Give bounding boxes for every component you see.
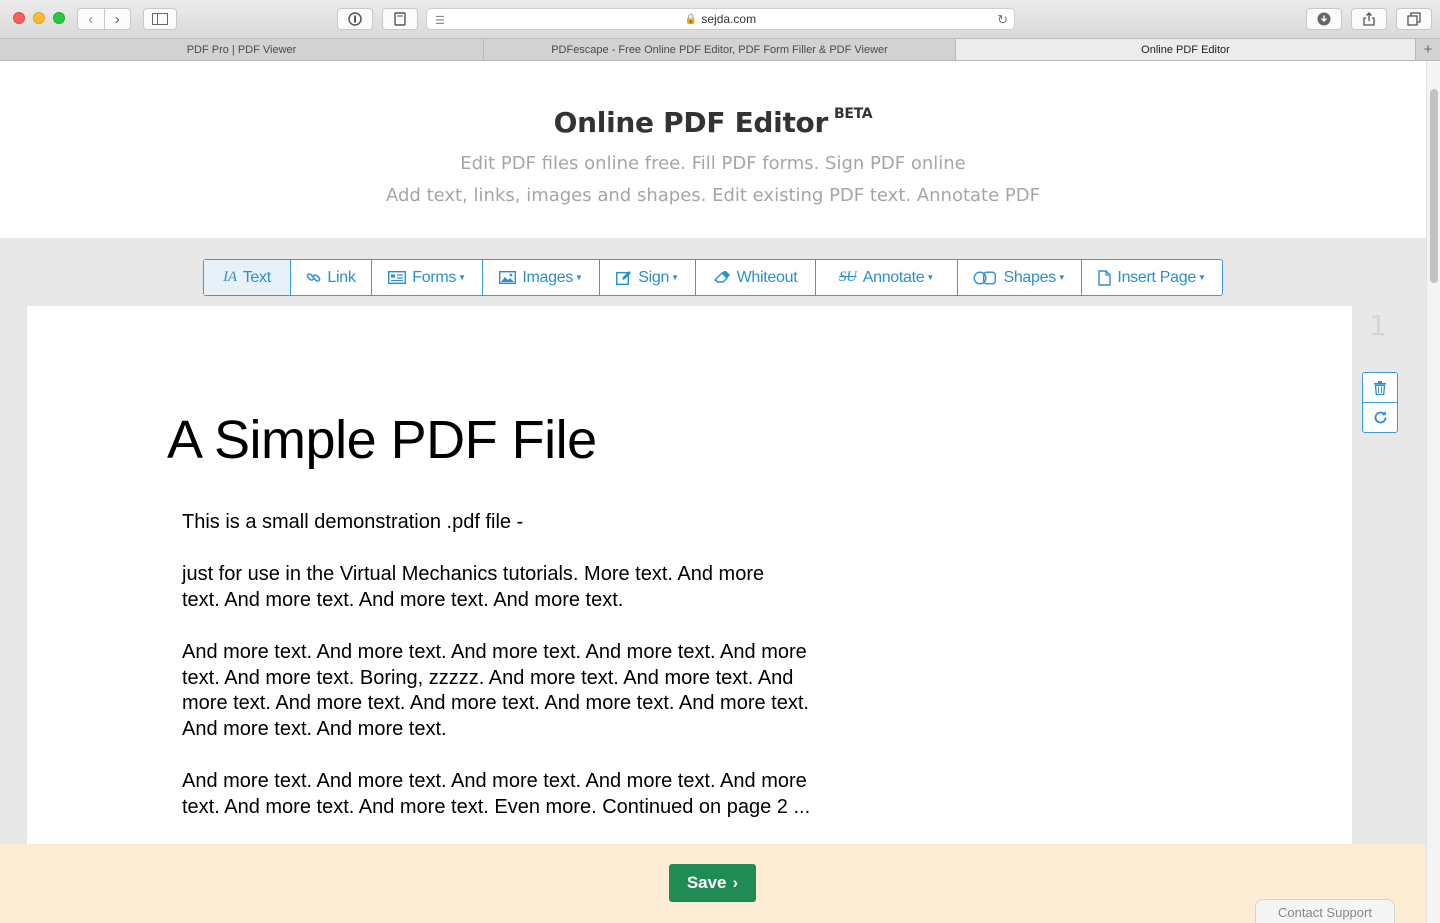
save-label: Save <box>686 873 727 892</box>
sign-tool-button[interactable]: Sign ▼ <box>600 260 696 295</box>
pen-icon <box>616 271 632 285</box>
link-tool-label: Link <box>327 268 356 286</box>
reader-icon[interactable]: ☰ <box>435 14 445 27</box>
caret-down-icon: ▼ <box>458 273 466 282</box>
share-button[interactable] <box>1351 8 1387 30</box>
title-text: Online PDF Editor <box>553 106 829 139</box>
close-window-button[interactable] <box>13 12 25 24</box>
text-tool-button[interactable]: IA Text <box>204 260 291 295</box>
tab-pdf-pro[interactable]: PDF Pro | PDF Viewer <box>0 39 484 60</box>
caret-down-icon: ▼ <box>1197 273 1206 282</box>
pdf-title-text[interactable]: A Simple PDF File <box>167 409 597 471</box>
tab-title: PDFescape - Free Online PDF Editor, PDF … <box>551 43 888 56</box>
pdf-text-line[interactable]: And more text. And more text. And more t… <box>182 770 807 793</box>
annotate-tool-button[interactable]: SU Annotate ▼ <box>816 260 958 295</box>
beta-badge: BETA <box>834 106 873 122</box>
downloads-button[interactable] <box>1306 8 1342 30</box>
window-titlebar: ‹ › ☰ 🔒 sejda.com ↻ <box>0 0 1440 38</box>
whiteout-tool-button[interactable]: Whiteout <box>696 260 816 295</box>
caret-down-icon: ▼ <box>1057 273 1066 282</box>
tab-title: Online PDF Editor <box>1141 43 1230 56</box>
link-icon <box>307 273 321 282</box>
whiteout-tool-label: Whiteout <box>736 268 798 286</box>
pdf-text-line[interactable]: just for use in the Virtual Mechanics tu… <box>182 563 764 586</box>
share-icon <box>1363 12 1375 26</box>
save-button[interactable]: Save › <box>669 864 756 902</box>
eraser-icon <box>713 271 730 283</box>
form-icon <box>388 271 407 284</box>
caret-down-icon: ▼ <box>575 273 583 282</box>
tab-online-pdf-editor[interactable]: Online PDF Editor <box>956 39 1416 60</box>
tab-bar: PDF Pro | PDF Viewer PDFescape - Free On… <box>0 38 1440 61</box>
delete-page-button[interactable] <box>1362 372 1398 403</box>
download-icon <box>1317 12 1331 26</box>
password-icon <box>348 12 362 26</box>
forms-tool-button[interactable]: Forms ▼ <box>372 260 483 295</box>
scrollbar-thumb[interactable] <box>1430 89 1438 283</box>
rotate-icon <box>1374 411 1386 424</box>
pdf-text-line[interactable]: And more text. And more text. And more t… <box>182 641 807 664</box>
minimize-window-button[interactable] <box>33 12 45 24</box>
annotate-tool-label: Annotate <box>862 268 925 286</box>
trash-icon <box>1374 380 1386 395</box>
url-text: sejda.com <box>701 12 757 26</box>
pdf-text-line[interactable]: This is a small demonstration .pdf file … <box>182 511 523 534</box>
extension-button[interactable] <box>382 8 418 30</box>
images-tool-label: Images <box>522 268 574 286</box>
pdf-text-line[interactable]: And more text. And more text. <box>182 718 447 741</box>
image-icon <box>499 271 517 284</box>
tab-title: PDF Pro | PDF Viewer <box>186 43 297 56</box>
contact-support-button[interactable]: Contact Support <box>1255 899 1395 923</box>
save-bar: Save › Contact Support <box>0 844 1426 923</box>
shapes-tool-button[interactable]: Shapes ▼ <box>958 260 1082 295</box>
back-button[interactable]: ‹ <box>78 9 104 29</box>
pdf-text-line[interactable]: text. And more text. Boring, zzzzz. And … <box>182 667 793 690</box>
lock-icon: 🔒 <box>684 13 698 25</box>
text-tool-label: Text <box>242 268 271 286</box>
caret-down-icon: ▼ <box>671 273 679 282</box>
strikethrough-underline-icon: SU <box>838 269 857 285</box>
page-number: 1 <box>1369 309 1387 342</box>
page-title: Online PDF Editor BETA <box>0 106 1426 139</box>
maximize-window-button[interactable] <box>53 12 65 24</box>
link-tool-button[interactable]: Link <box>291 260 372 295</box>
pdf-text-line[interactable]: text. And more text. And more text. And … <box>182 589 623 612</box>
pdf-text-line[interactable]: text. And more text. And more text. Even… <box>182 796 810 819</box>
vertical-scrollbar[interactable] <box>1426 61 1440 923</box>
chevron-right-icon: › <box>732 873 739 892</box>
editor-toolbar: IA Text Link Forms ▼ Images ▼ Sign ▼ Whiteo… <box>203 259 1223 296</box>
page-header: Online PDF Editor BETA Edit PDF files onl… <box>0 61 1426 238</box>
subtitle-line-1: Edit PDF files online free. Fill PDF for… <box>460 153 966 174</box>
images-tool-button[interactable]: Images ▼ <box>483 260 600 295</box>
sign-tool-label: Sign <box>638 268 670 286</box>
address-bar[interactable]: ☰ 🔒 sejda.com ↻ <box>426 8 1015 30</box>
sidebar-icon <box>152 13 168 25</box>
text-cursor-icon: IA <box>223 269 237 285</box>
tabs-icon <box>1407 12 1421 26</box>
pdf-page[interactable]: A Simple PDF File This is a small demons… <box>27 306 1352 923</box>
shapes-icon <box>973 270 997 285</box>
page-content: Online PDF Editor BETA Edit PDF files onl… <box>0 61 1426 923</box>
extension-icon <box>394 12 406 26</box>
password-button[interactable] <box>337 8 373 30</box>
forms-tool-label: Forms <box>412 268 457 286</box>
caret-down-icon: ▼ <box>926 273 934 282</box>
insert-page-button[interactable]: Insert Page ▼ <box>1082 260 1222 295</box>
new-tab-button[interactable]: + <box>1416 39 1440 60</box>
pdf-text-line[interactable]: more text. And more text. And more text.… <box>182 692 809 715</box>
page-icon <box>1098 269 1112 286</box>
history-nav: ‹ › <box>77 8 131 30</box>
subtitle-line-2: Add text, links, images and shapes. Edit… <box>386 185 1040 206</box>
insert-page-label: Insert Page <box>1117 268 1196 286</box>
rotate-page-button[interactable] <box>1362 402 1398 433</box>
tab-pdfescape[interactable]: PDFescape - Free Online PDF Editor, PDF … <box>484 39 956 60</box>
reload-icon[interactable]: ↻ <box>997 12 1008 28</box>
tabs-overview-button[interactable] <box>1396 8 1432 30</box>
forward-button[interactable]: › <box>103 9 131 29</box>
sidebar-toggle-button[interactable] <box>143 8 177 30</box>
shapes-tool-label: Shapes <box>1003 268 1056 286</box>
